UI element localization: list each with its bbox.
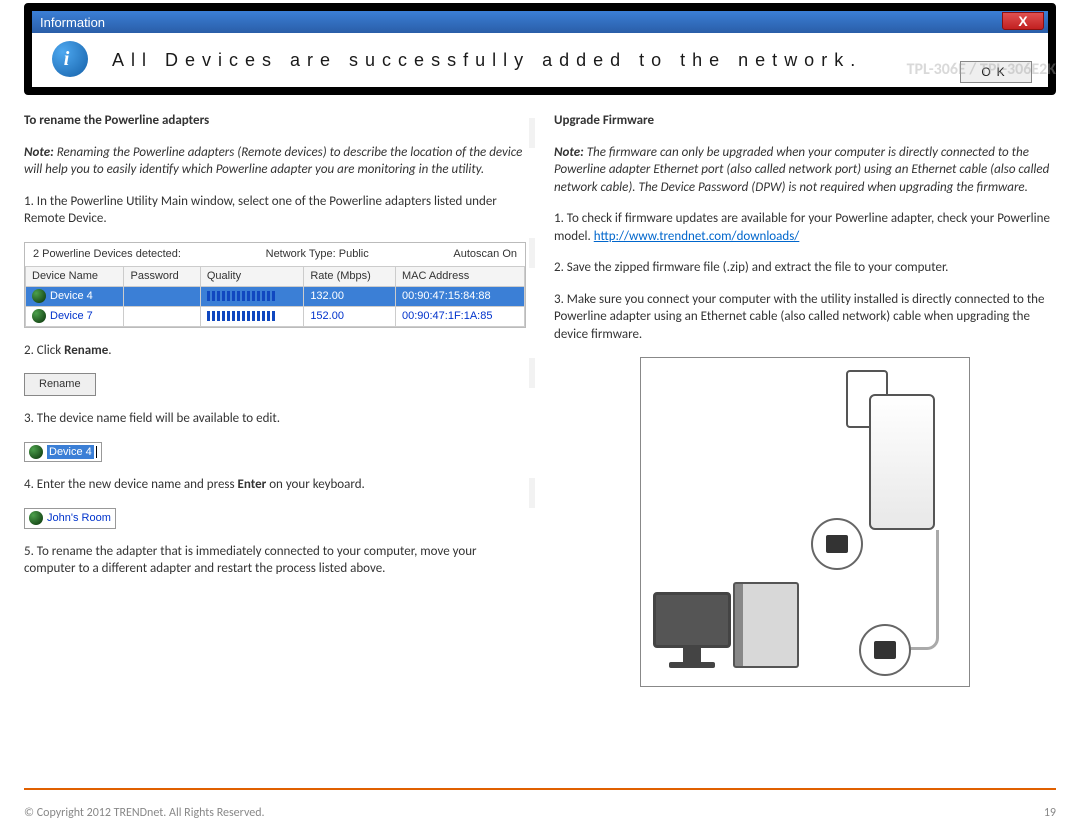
device-table: 2 Powerline Devices detected: Network Ty… bbox=[24, 242, 526, 328]
left-step3: 3. The device name field will be availab… bbox=[24, 410, 526, 428]
dialog-titlebar: Information X bbox=[32, 11, 1048, 33]
devices-detected-label: 2 Powerline Devices detected: bbox=[33, 247, 181, 262]
right-heading: Upgrade Firmware bbox=[554, 112, 1056, 130]
device-table-header: 2 Powerline Devices detected: Network Ty… bbox=[25, 243, 525, 266]
left-column: To rename the Powerline adapters Note: R… bbox=[24, 112, 526, 782]
dialog-body: i All Devices are successfully added to … bbox=[32, 33, 1048, 87]
powerline-adapter-icon bbox=[869, 394, 935, 530]
rename-button[interactable]: Rename bbox=[24, 373, 96, 396]
close-icon[interactable]: X bbox=[1002, 12, 1044, 30]
renamed-device-value: John's Room bbox=[47, 511, 111, 526]
edit-device-name-value: Device 4 bbox=[47, 445, 94, 460]
edit-device-name-field[interactable]: Device 4 bbox=[24, 442, 102, 463]
note-label: Note: bbox=[24, 145, 54, 160]
left-heading: To rename the Powerline adapters bbox=[24, 112, 526, 130]
note-label: Note: bbox=[554, 145, 584, 160]
footer-rule bbox=[24, 788, 1056, 790]
note-body: Renaming the Powerline adapters (Remote … bbox=[24, 145, 522, 178]
renamed-device-field[interactable]: John's Room bbox=[24, 508, 116, 529]
note-body: The firmware can only be upgraded when y… bbox=[554, 145, 1049, 195]
table-row[interactable]: Device 4 132.00 00:90:47:15:84:88 bbox=[26, 286, 525, 306]
monitor-icon bbox=[653, 592, 731, 648]
left-step1: 1. In the Powerline Utility Main window,… bbox=[24, 193, 526, 228]
ethernet-port-icon bbox=[811, 518, 863, 570]
page-footer: © Copyright 2012 TRENDnet. All Rights Re… bbox=[24, 806, 1056, 820]
copyright-text: © Copyright 2012 TRENDnet. All Rights Re… bbox=[24, 806, 265, 820]
left-step2: 2. Click Rename. bbox=[24, 342, 526, 360]
dialog-message: All Devices are successfully added to th… bbox=[112, 50, 862, 71]
info-dialog: Information X i All Devices are successf… bbox=[24, 3, 1056, 95]
table-header-row: Device Name Password Quality Rate (Mbps)… bbox=[26, 266, 525, 286]
left-step4: 4. Enter the new device name and press E… bbox=[24, 476, 526, 494]
downloads-link[interactable]: http://www.trendnet.com/downloads/ bbox=[594, 229, 800, 244]
page-header-right: TPL-306E / TPL-306E2K bbox=[907, 60, 1056, 79]
info-icon: i bbox=[52, 41, 88, 77]
col-rate: Rate (Mbps) bbox=[304, 266, 396, 286]
right-step1: 1. To check if firmware updates are avai… bbox=[554, 210, 1056, 245]
col-mac: MAC Address bbox=[395, 266, 524, 286]
device-status-icon bbox=[29, 445, 43, 459]
computer-tower-icon bbox=[733, 582, 799, 668]
right-step3: 3. Make sure you connect your computer w… bbox=[554, 291, 1056, 344]
monitor-base-icon bbox=[669, 662, 715, 668]
left-note: Note: Renaming the Powerline adapters (R… bbox=[24, 144, 526, 179]
ethernet-port-icon bbox=[859, 624, 911, 676]
quality-bar-icon bbox=[207, 311, 277, 321]
device-status-icon bbox=[32, 309, 46, 323]
autoscan-label: Autoscan On bbox=[453, 247, 517, 262]
network-type-label: Network Type: Public bbox=[266, 247, 369, 262]
col-quality: Quality bbox=[200, 266, 303, 286]
right-step2: 2. Save the zipped firmware file (.zip) … bbox=[554, 259, 1056, 277]
device-status-icon bbox=[29, 511, 43, 525]
col-device-name: Device Name bbox=[26, 266, 124, 286]
table-row[interactable]: Device 7 152.00 00:90:47:1F:1A:85 bbox=[26, 306, 525, 326]
left-step5: 5. To rename the adapter that is immedia… bbox=[24, 543, 526, 578]
page-number: 19 bbox=[1044, 806, 1056, 820]
right-column: Upgrade Firmware Note: The firmware can … bbox=[554, 112, 1056, 782]
quality-bar-icon bbox=[207, 291, 277, 301]
col-password: Password bbox=[124, 266, 200, 286]
right-note: Note: The firmware can only be upgraded … bbox=[554, 144, 1056, 197]
connection-diagram bbox=[640, 357, 970, 687]
text-caret-icon bbox=[96, 446, 97, 458]
device-status-icon bbox=[32, 289, 46, 303]
dialog-title-text: Information bbox=[40, 15, 105, 30]
